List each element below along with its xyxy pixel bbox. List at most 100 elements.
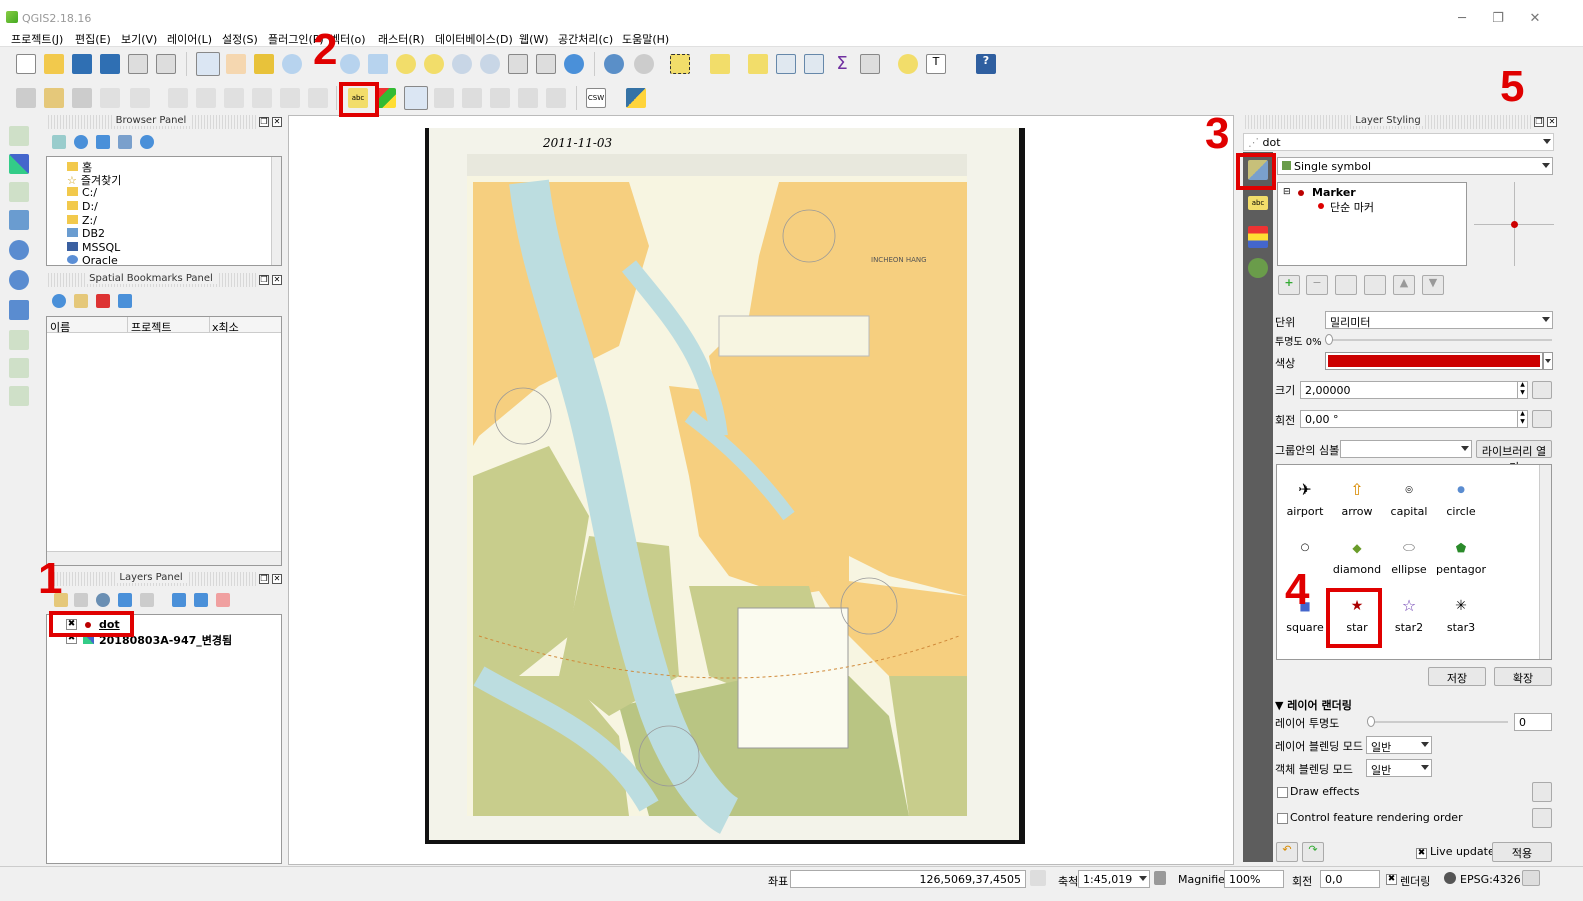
current-edits-icon[interactable]	[16, 88, 36, 108]
field-calculator-icon[interactable]	[804, 54, 824, 74]
add-group-icon[interactable]	[74, 593, 88, 607]
add-wms-icon[interactable]	[9, 240, 29, 260]
symbol-circle[interactable]: ● circle	[1435, 475, 1487, 518]
save-project-icon[interactable]	[72, 54, 92, 74]
float-icon[interactable]: ❐	[1534, 117, 1544, 127]
new-spatialite-icon[interactable]	[9, 386, 29, 406]
tree-simple-marker[interactable]: 단순 마커	[1330, 199, 1374, 215]
move-feature-icon[interactable]	[130, 88, 150, 108]
opacity-slider-handle[interactable]	[1325, 334, 1333, 345]
menu-view[interactable]: 보기(V)	[121, 31, 157, 47]
tree-item-c-drive[interactable]: C:/	[67, 186, 97, 199]
column-xmin[interactable]: x최소	[212, 319, 239, 335]
tree-item-oracle[interactable]: Oracle	[67, 254, 118, 265]
symbol-ellipse[interactable]: ⬭ ellipse	[1383, 533, 1435, 576]
symbol-arrow[interactable]: ⇧ arrow	[1331, 475, 1383, 518]
close-icon[interactable]: ✕	[272, 275, 282, 285]
symbol-diamond[interactable]: ◆ diamond	[1331, 533, 1383, 576]
menu-processing[interactable]: 공간처리(c)	[558, 31, 613, 47]
filter-expression-icon[interactable]	[140, 593, 154, 607]
refresh-icon[interactable]	[564, 54, 584, 74]
add-wfs-icon[interactable]	[9, 300, 29, 320]
python-icon[interactable]	[626, 88, 646, 108]
add-spatialite-icon[interactable]	[9, 210, 29, 230]
messages-icon[interactable]	[1522, 870, 1540, 886]
coordinate-field[interactable]: 126,5069,37,4505	[790, 870, 1026, 888]
composer-manager-icon[interactable]	[156, 54, 176, 74]
tree-item-d-drive[interactable]: D:/	[67, 200, 98, 213]
menu-layer[interactable]: 레이어(L)	[167, 31, 212, 47]
advanced-button[interactable]: 확장	[1494, 667, 1552, 686]
cut-icon[interactable]	[252, 88, 272, 108]
zoom-full-icon[interactable]	[368, 54, 388, 74]
menu-settings[interactable]: 설정(S)	[222, 31, 258, 47]
close-icon[interactable]: ✕	[272, 574, 282, 584]
menu-edit[interactable]: 편집(E)	[75, 31, 111, 47]
refresh-icon[interactable]	[74, 135, 88, 149]
trash-icon[interactable]	[224, 88, 244, 108]
rotation-input[interactable]: 0,00 °	[1300, 410, 1528, 428]
minimize-button[interactable]: ─	[1452, 11, 1472, 26]
toggle-editing-icon[interactable]	[44, 88, 64, 108]
add-delimited-text-icon[interactable]	[9, 182, 29, 202]
csw-icon[interactable]: CSW	[586, 88, 606, 108]
pan-touch-icon[interactable]	[196, 52, 220, 76]
close-button[interactable]: ✕	[1525, 11, 1545, 26]
scale-combo[interactable]: 1:45,019	[1078, 870, 1150, 888]
collapse-all-icon[interactable]	[194, 593, 208, 607]
add-selected-icon[interactable]	[52, 135, 66, 149]
restore-button[interactable]: ❐	[1488, 11, 1508, 26]
lock-icon[interactable]	[1335, 275, 1357, 295]
unit-combo[interactable]: 밀리미터	[1325, 311, 1553, 329]
copy-icon[interactable]	[280, 88, 300, 108]
show-hide-labels-icon[interactable]	[462, 88, 482, 108]
tree-item-z-drive[interactable]: Z:/	[67, 214, 97, 227]
measure-icon[interactable]	[860, 54, 880, 74]
layer-opacity-handle[interactable]	[1367, 716, 1375, 727]
properties-icon[interactable]	[140, 135, 154, 149]
new-bookmark-icon[interactable]	[74, 294, 88, 308]
pan-to-selection-icon[interactable]	[254, 54, 274, 74]
expand-all-icon[interactable]	[172, 593, 186, 607]
add-vector-layer-icon[interactable]	[9, 126, 29, 146]
open-project-icon[interactable]	[44, 54, 64, 74]
close-icon[interactable]: ✕	[272, 117, 282, 127]
size-input[interactable]: 2,00000	[1300, 381, 1528, 399]
zoom-last-icon[interactable]	[452, 54, 472, 74]
zoom-in-icon[interactable]	[282, 54, 302, 74]
float-icon[interactable]: ❐	[259, 117, 269, 127]
symbol-list-scrollbar[interactable]	[1539, 465, 1551, 659]
collapse-all-icon[interactable]	[118, 135, 132, 149]
zoom-layer-icon[interactable]	[424, 54, 444, 74]
share-icon[interactable]	[118, 294, 132, 308]
statistics-sum-icon[interactable]: Σ	[832, 54, 852, 74]
remove-layer-icon[interactable]	[216, 593, 230, 607]
rotation-spinner[interactable]: ▲ ▼	[1517, 410, 1527, 428]
print-composer-icon[interactable]	[128, 54, 148, 74]
layer-opacity-input[interactable]: 0	[1514, 713, 1552, 731]
labels-tab-icon[interactable]: abc	[1248, 196, 1268, 210]
layer-blend-combo[interactable]: 일반	[1366, 736, 1432, 754]
column-project[interactable]: 프로젝트	[131, 319, 171, 335]
layer-rendering-header[interactable]: ▼ 레이어 랜더링	[1275, 697, 1352, 713]
zoom-to-bookmark-icon[interactable]	[52, 294, 66, 308]
change-label-icon[interactable]	[546, 88, 566, 108]
tree-marker[interactable]: Marker	[1312, 186, 1356, 199]
filter-icon[interactable]	[96, 135, 110, 149]
order-sort-icon[interactable]	[1532, 808, 1552, 828]
menu-help[interactable]: 도움말(H)	[622, 31, 669, 47]
control-order-checkbox[interactable]	[1277, 813, 1288, 824]
live-update-checkbox[interactable]: ✖	[1416, 848, 1427, 859]
paste-icon[interactable]	[308, 88, 328, 108]
size-spinner[interactable]: ▲ ▼	[1517, 381, 1527, 399]
renderer-combo[interactable]: Single symbol	[1277, 157, 1553, 175]
delete-bookmark-icon[interactable]	[96, 294, 110, 308]
layer-opacity-slider[interactable]	[1370, 721, 1508, 723]
zoom-next-icon[interactable]	[480, 54, 500, 74]
help-icon[interactable]: ?	[976, 54, 996, 74]
apply-button[interactable]: 적용	[1492, 842, 1552, 862]
tree-item-db2[interactable]: DB2	[67, 227, 105, 240]
pan-hand-icon[interactable]	[226, 54, 246, 74]
map-canvas[interactable]: 2011-11-03 INCHEON HANG	[288, 115, 1234, 865]
browser-scrollbar[interactable]	[271, 157, 281, 265]
